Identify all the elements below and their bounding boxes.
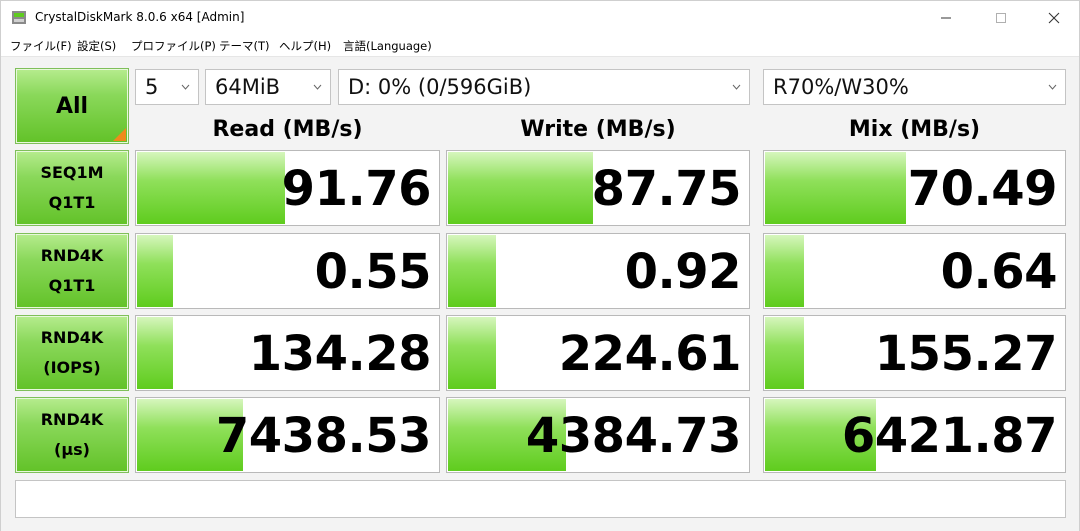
level-bar: [137, 152, 286, 224]
result-cell-write: 87.75: [446, 150, 750, 226]
menu-bar: ファイル(F) 設定(S) プロファイル(P) テーマ(T) ヘルプ(H) 言語…: [1, 35, 1079, 57]
rnd4k-latency-button[interactable]: RND4K (µs): [15, 397, 129, 473]
rnd4k-q1t1-button[interactable]: RND4K Q1T1: [15, 233, 129, 309]
chevron-down-icon: [732, 84, 741, 90]
result-cell-read: 0.55: [135, 233, 440, 309]
drive-select[interactable]: D: 0% (0/596GiB): [338, 69, 750, 105]
result-value: 91.76: [281, 161, 432, 217]
menu-language[interactable]: 言語(Language): [343, 38, 432, 54]
result-cell-mix: 70.49: [763, 150, 1066, 226]
row-label-line2: (µs): [54, 440, 90, 459]
main-panel: All 5 64MiB D: 0% (0/596GiB) R70%/W30% R…: [1, 57, 1079, 531]
app-disk-icon: [12, 11, 26, 24]
test-size-value: 64MiB: [215, 75, 281, 99]
result-cell-write: 224.61: [446, 315, 750, 391]
minimize-icon: [941, 17, 951, 19]
title-bar: CrystalDiskMark 8.0.6 x64 [Admin]: [1, 1, 1079, 35]
corner-marker-icon: [113, 128, 126, 141]
level-bar: [765, 152, 907, 224]
test-count-value: 5: [145, 75, 159, 99]
comment-field[interactable]: [15, 480, 1066, 518]
window-title: CrystalDiskMark 8.0.6 x64 [Admin]: [35, 10, 245, 24]
result-value: 7438.53: [215, 408, 432, 464]
app-window: CrystalDiskMark 8.0.6 x64 [Admin] ファイル(F…: [0, 0, 1080, 531]
result-cell-write: 4384.73: [446, 397, 750, 473]
result-cell-mix: 155.27: [763, 315, 1066, 391]
chevron-down-icon: [313, 84, 322, 90]
level-bar: [448, 317, 497, 389]
test-count-select[interactable]: 5: [135, 69, 199, 105]
mix-ratio-select[interactable]: R70%/W30%: [763, 69, 1066, 105]
result-cell-read: 134.28: [135, 315, 440, 391]
result-cell-write: 0.92: [446, 233, 750, 309]
result-cell-mix: 0.64: [763, 233, 1066, 309]
menu-file[interactable]: ファイル(F): [10, 38, 72, 54]
row-label-line2: Q1T1: [48, 276, 96, 295]
minimize-button[interactable]: [923, 1, 969, 35]
level-bar: [448, 152, 593, 224]
result-value: 224.61: [558, 326, 742, 382]
chevron-down-icon: [181, 84, 190, 90]
test-size-select[interactable]: 64MiB: [205, 69, 331, 105]
menu-settings[interactable]: 設定(S): [77, 38, 116, 54]
close-button[interactable]: [1031, 1, 1077, 35]
row-label-line2: Q1T1: [48, 193, 96, 212]
seq1m-q1t1-button[interactable]: SEQ1M Q1T1: [15, 150, 129, 226]
level-bar: [137, 317, 174, 389]
run-all-button[interactable]: All: [15, 68, 129, 144]
result-cell-mix: 6421.87: [763, 397, 1066, 473]
level-bar: [448, 235, 497, 307]
close-icon: [1048, 12, 1060, 24]
chevron-down-icon: [1048, 84, 1057, 90]
mix-header: Mix (MB/s): [848, 117, 981, 142]
drive-value: D: 0% (0/596GiB): [348, 75, 532, 99]
row-label-line1: RND4K: [40, 410, 104, 429]
result-cell-read: 91.76: [135, 150, 440, 226]
row-label-line1: RND4K: [40, 328, 104, 347]
row-label-line1: RND4K: [40, 246, 104, 265]
row-label-line1: SEQ1M: [40, 163, 104, 182]
result-value: 0.92: [624, 244, 742, 300]
maximize-button[interactable]: [978, 1, 1024, 35]
result-value: 87.75: [591, 161, 742, 217]
maximize-icon: [996, 13, 1006, 23]
result-value: 0.55: [314, 244, 432, 300]
level-bar: [765, 235, 805, 307]
result-value: 4384.73: [525, 408, 742, 464]
rnd4k-iops-button[interactable]: RND4K (IOPS): [15, 315, 129, 391]
result-value: 6421.87: [841, 408, 1058, 464]
level-bar: [765, 317, 805, 389]
result-cell-read: 7438.53: [135, 397, 440, 473]
menu-theme[interactable]: テーマ(T): [219, 38, 270, 54]
read-header: Read (MB/s): [212, 117, 363, 142]
menu-profile[interactable]: プロファイル(P): [131, 38, 216, 54]
level-bar: [137, 235, 174, 307]
row-label-line2: (IOPS): [43, 358, 101, 377]
result-value: 134.28: [248, 326, 432, 382]
run-all-label: All: [55, 93, 89, 119]
menu-help[interactable]: ヘルプ(H): [279, 38, 331, 54]
mix-ratio-value: R70%/W30%: [773, 75, 909, 99]
result-value: 0.64: [940, 244, 1058, 300]
write-header: Write (MB/s): [520, 117, 676, 142]
result-value: 70.49: [907, 161, 1058, 217]
result-value: 155.27: [874, 326, 1058, 382]
